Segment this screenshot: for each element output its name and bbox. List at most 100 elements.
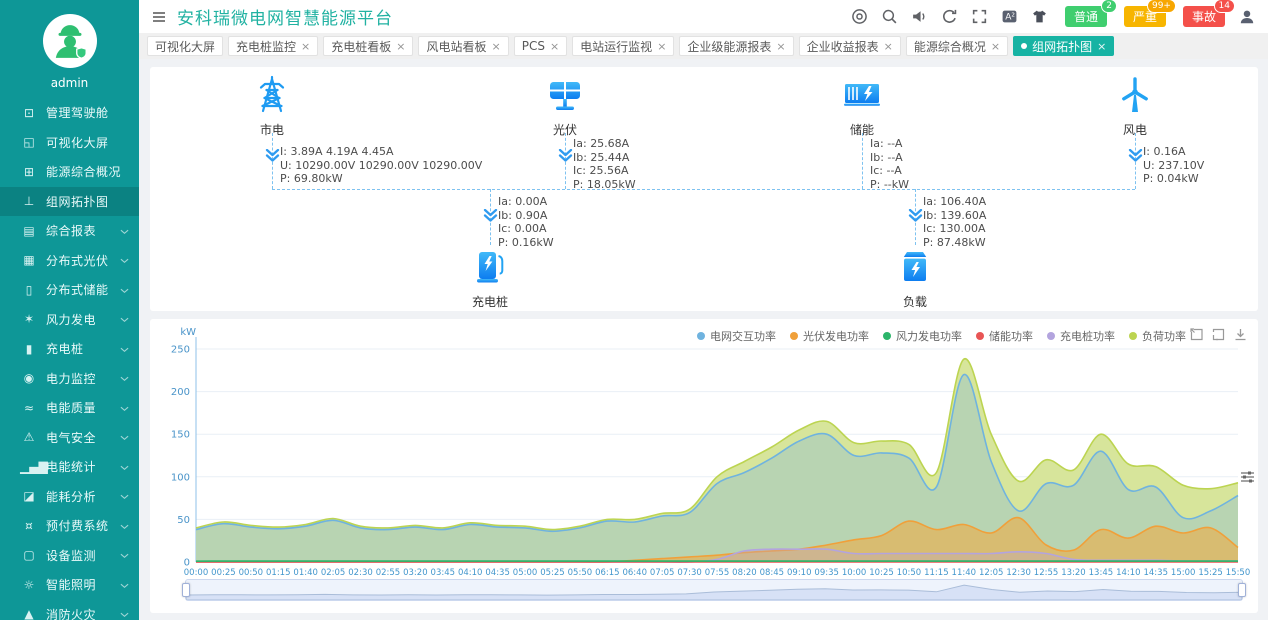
svg-text:12:55: 12:55 bbox=[1034, 568, 1059, 578]
tab-可视化大屏[interactable]: 可视化大屏 bbox=[147, 36, 223, 56]
chevron-down-icon bbox=[120, 224, 129, 238]
fullscreen-icon[interactable] bbox=[971, 8, 988, 25]
metric-line: Ib: 139.60A bbox=[923, 209, 986, 223]
topology-node-charger[interactable]: 充电桩 bbox=[435, 247, 545, 310]
datazoom-left-handle[interactable] bbox=[182, 583, 190, 597]
sidebar-item-电能质量[interactable]: ≈电能质量 bbox=[0, 393, 139, 423]
tab-label: 充电桩看板 bbox=[331, 38, 391, 55]
sidebar-item-消防火灾[interactable]: ▲消防火灾 bbox=[0, 600, 139, 620]
close-icon[interactable]: × bbox=[776, 40, 785, 53]
username: admin bbox=[0, 76, 139, 90]
skin-icon[interactable] bbox=[1031, 8, 1048, 25]
svg-text:100: 100 bbox=[171, 472, 190, 483]
refresh-icon[interactable] bbox=[941, 8, 958, 25]
sidebar-item-可视化大屏[interactable]: ◱可视化大屏 bbox=[0, 128, 139, 158]
close-icon[interactable]: × bbox=[884, 40, 893, 53]
svg-text:15:00: 15:00 bbox=[1171, 568, 1196, 578]
sidebar-item-label: 综合报表 bbox=[46, 222, 116, 239]
tab-PCS[interactable]: PCS× bbox=[514, 36, 567, 56]
svg-text:50: 50 bbox=[177, 515, 190, 526]
sidebar-item-能耗分析[interactable]: ◪能耗分析 bbox=[0, 482, 139, 512]
tab-风电站看板[interactable]: 风电站看板× bbox=[418, 36, 508, 56]
sidebar-item-label: 能耗分析 bbox=[46, 488, 116, 505]
sidebar-item-智能照明[interactable]: ☼智能照明 bbox=[0, 570, 139, 600]
sound-icon[interactable] bbox=[911, 8, 928, 25]
tab-电站运行监视[interactable]: 电站运行监视× bbox=[572, 36, 674, 56]
svg-text:03:45: 03:45 bbox=[431, 568, 456, 578]
datazoom-right-handle[interactable] bbox=[1238, 583, 1246, 597]
close-icon[interactable]: × bbox=[657, 40, 666, 53]
electrical-safety-icon: ⚠ bbox=[20, 430, 38, 444]
close-icon[interactable]: × bbox=[991, 40, 1000, 53]
tab-label: 能源综合概况 bbox=[914, 38, 986, 55]
sidebar-item-label: 电力监控 bbox=[46, 370, 116, 387]
close-icon[interactable]: × bbox=[492, 40, 501, 53]
sidebar-item-预付费系统[interactable]: ¤预付费系统 bbox=[0, 511, 139, 541]
sidebar-item-电力监控[interactable]: ◉电力监控 bbox=[0, 364, 139, 394]
svg-text:06:40: 06:40 bbox=[622, 568, 647, 578]
topology-node-wind[interactable]: 风电 bbox=[1080, 75, 1190, 138]
user-icon[interactable] bbox=[1238, 8, 1256, 26]
topology-node-grid[interactable]: 市电 bbox=[217, 75, 327, 138]
svg-text:15:25: 15:25 bbox=[1198, 568, 1223, 578]
tab-企业级能源报表[interactable]: 企业级能源报表× bbox=[679, 36, 793, 56]
font-size-icon[interactable]: A² bbox=[1001, 8, 1018, 25]
metric-line: P: --kW bbox=[870, 178, 909, 192]
theme-ring-icon[interactable] bbox=[851, 8, 868, 25]
sidebar-item-综合报表[interactable]: ▤综合报表 bbox=[0, 216, 139, 246]
sidebar-item-设备监测[interactable]: ▢设备监测 bbox=[0, 541, 139, 571]
metric-line: P: 69.80kW bbox=[280, 172, 482, 186]
power-chart[interactable]: 050100150200250kW00:0000:2500:5001:1501:… bbox=[150, 319, 1258, 613]
sidebar-item-电能统计[interactable]: ▁▄▇电能统计 bbox=[0, 452, 139, 482]
topology-metrics-load: Ia: 106.40AIb: 139.60AIc: 130.00AP: 87.4… bbox=[923, 195, 986, 249]
tab-充电桩看板[interactable]: 充电桩看板 × bbox=[323, 36, 413, 56]
svg-text:200: 200 bbox=[171, 387, 190, 398]
sidebar-item-组网拓扑图[interactable]: ⊥组网拓扑图 bbox=[0, 187, 139, 217]
topbar: 安科瑞微电网智慧能源平台 A²普通2严重99+事故14 bbox=[139, 0, 1268, 33]
datazoom-slider[interactable] bbox=[185, 579, 1243, 601]
tab-组网拓扑图[interactable]: 组网拓扑图× bbox=[1013, 36, 1114, 56]
metric-line: Ia: 106.40A bbox=[923, 195, 986, 209]
power-tower-icon bbox=[252, 100, 292, 119]
sidebar-item-充电桩[interactable]: ▮充电桩 bbox=[0, 334, 139, 364]
lighting-icon: ☼ bbox=[20, 578, 38, 592]
sidebar-item-分布式储能[interactable]: ▯分布式储能 bbox=[0, 275, 139, 305]
tab-能源综合概况[interactable]: 能源综合概况 × bbox=[906, 36, 1008, 56]
tab-企业收益报表[interactable]: 企业收益报表× bbox=[799, 36, 901, 56]
svg-text:05:50: 05:50 bbox=[568, 568, 593, 578]
svg-text:01:40: 01:40 bbox=[293, 568, 318, 578]
close-icon[interactable]: × bbox=[1097, 40, 1106, 53]
flow-arrow-down-icon bbox=[908, 207, 923, 226]
hamburger-icon[interactable] bbox=[151, 9, 167, 25]
sidebar-item-能源综合概况[interactable]: ⊞能源综合概况 bbox=[0, 157, 139, 187]
close-icon[interactable]: × bbox=[396, 40, 405, 53]
tab-充电桩监控[interactable]: 充电桩监控× bbox=[228, 36, 318, 56]
svg-text:01:15: 01:15 bbox=[266, 568, 291, 578]
adjust-icon[interactable] bbox=[1240, 469, 1255, 488]
sidebar-item-风力发电[interactable]: ✶风力发电 bbox=[0, 305, 139, 335]
metric-line: P: 0.16kW bbox=[498, 236, 554, 250]
chevron-down-icon bbox=[120, 401, 129, 415]
close-icon[interactable]: × bbox=[550, 40, 559, 53]
metric-line: Ic: 130.00A bbox=[923, 222, 986, 236]
alarm-badge-严重[interactable]: 严重99+ bbox=[1124, 6, 1166, 27]
avatar[interactable] bbox=[43, 14, 97, 68]
topology-metrics-storage: Ia: --AIb: --AIc: --AP: --kW bbox=[870, 137, 909, 191]
sidebar-item-管理驾驶舱[interactable]: ⊡管理驾驶舱 bbox=[0, 98, 139, 128]
topology-node-load[interactable]: 负载 bbox=[860, 247, 970, 310]
close-icon[interactable]: × bbox=[301, 40, 310, 53]
topology-node-label: 负载 bbox=[860, 293, 970, 310]
alarm-badge-事故[interactable]: 事故14 bbox=[1183, 6, 1225, 27]
sidebar-item-分布式光伏[interactable]: ▦分布式光伏 bbox=[0, 246, 139, 276]
search-icon[interactable] bbox=[881, 8, 898, 25]
alarm-badge-普通[interactable]: 普通2 bbox=[1065, 6, 1107, 27]
svg-text:12:30: 12:30 bbox=[1006, 568, 1031, 578]
topology-node-pv[interactable]: 光伏 bbox=[510, 75, 620, 138]
sidebar-item-电气安全[interactable]: ⚠电气安全 bbox=[0, 423, 139, 453]
metric-line: Ic: 0.00A bbox=[498, 222, 554, 236]
content: 市电I: 3.89A 4.19A 4.45AU: 10290.00V 10290… bbox=[139, 59, 1268, 620]
topology-panel: 市电I: 3.89A 4.19A 4.45AU: 10290.00V 10290… bbox=[150, 67, 1258, 311]
topology-node-storage[interactable]: 储能 bbox=[807, 75, 917, 138]
bigscreen-icon: ◱ bbox=[20, 135, 38, 149]
y-axis-unit: kW bbox=[180, 327, 196, 338]
